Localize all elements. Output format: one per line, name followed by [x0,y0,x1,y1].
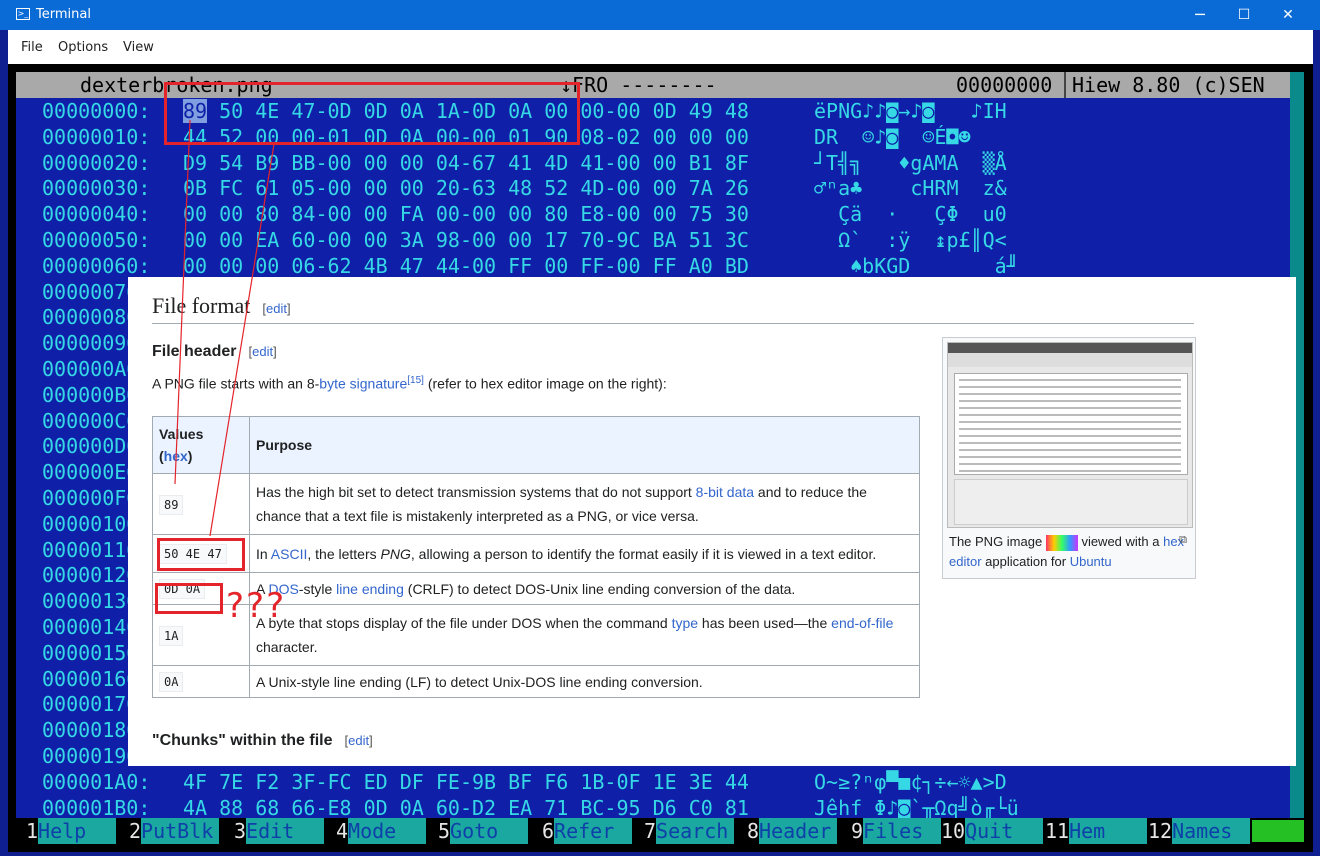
annotation-line-89 [174,119,191,485]
annotation-lines [174,119,275,537]
annotation-line-png [209,143,275,537]
